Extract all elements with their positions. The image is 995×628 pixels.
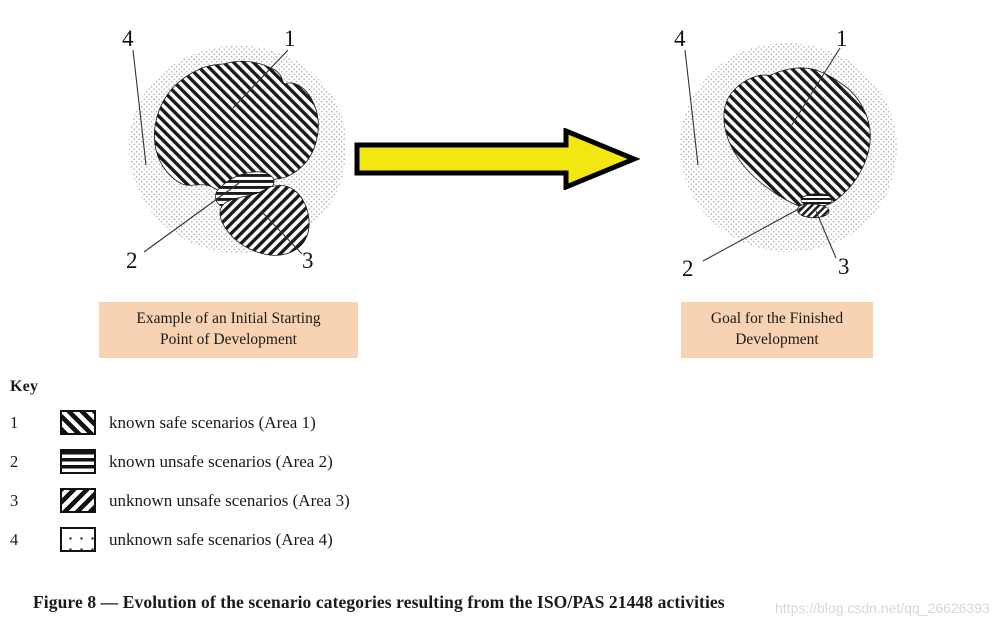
diagram-initial-starting-point: 4 1 2 3	[78, 18, 398, 288]
key-item-label: unknown safe scenarios (Area 4)	[109, 529, 333, 549]
caption-box-finished-development: Goal for the Finished Development	[681, 302, 873, 358]
key-legend: Key 1 known safe scenarios (Area 1) 2 kn…	[10, 378, 610, 559]
caption-box-initial-starting-point: Example of an Initial Starting Point of …	[99, 302, 358, 358]
key-item-3: 3 unknown unsafe scenarios (Area 3)	[10, 481, 610, 520]
key-item-label: known safe scenarios (Area 1)	[109, 412, 316, 432]
key-item-4: 4 unknown safe scenarios (Area 4)	[10, 520, 610, 559]
sparse-dots-icon	[60, 527, 96, 552]
key-item-label: unknown unsafe scenarios (Area 3)	[109, 490, 350, 510]
key-item-1: 1 known safe scenarios (Area 1)	[10, 403, 610, 442]
diagonal-down-hatch-icon	[60, 488, 96, 513]
watermark: https://blog.csdn.net/qq_26626393	[775, 600, 990, 616]
callout-label-1: 1	[284, 26, 296, 51]
callout-label-1: 1	[836, 26, 848, 51]
key-item-2: 2 known unsafe scenarios (Area 2)	[10, 442, 610, 481]
diagonal-up-hatch-icon	[60, 410, 96, 435]
caption-line-1: Example of an Initial Starting	[136, 310, 321, 328]
key-item-number: 2	[10, 451, 19, 471]
callout-label-3: 3	[838, 254, 850, 279]
key-title: Key	[10, 378, 39, 395]
key-item-number: 3	[10, 490, 19, 510]
horizontal-stripes-icon	[60, 449, 96, 474]
caption-line-1: Goal for the Finished	[710, 310, 844, 328]
diagram-finished-development-goal: 4 1 2 3	[630, 18, 950, 288]
callout-label-4: 4	[674, 26, 686, 51]
key-item-number: 4	[10, 529, 19, 549]
callout-label-3: 3	[302, 248, 314, 273]
key-item-label: known unsafe scenarios (Area 2)	[109, 451, 333, 471]
callout-label-2: 2	[682, 256, 694, 281]
caption-line-2: Development	[735, 331, 819, 348]
figure-caption: Figure 8 — Evolution of the scenario cat…	[33, 592, 725, 612]
caption-line-2: Point of Development	[160, 331, 297, 348]
key-item-number: 1	[10, 412, 19, 432]
area-3-unknown-unsafe	[797, 203, 830, 219]
callout-label-4: 4	[122, 26, 134, 51]
evolution-arrow	[352, 128, 640, 190]
arrow-shape	[354, 128, 640, 190]
callout-label-2: 2	[126, 248, 138, 273]
